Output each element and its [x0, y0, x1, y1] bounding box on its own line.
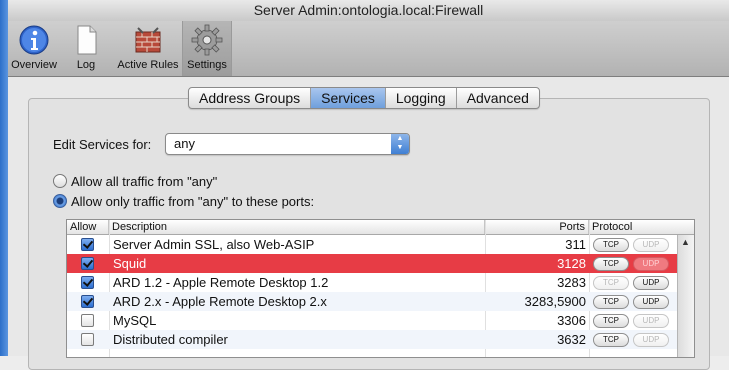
table-row[interactable]: Distributed compiler 3632 TCP UDP [67, 330, 677, 349]
settings-content: Address Groups Services Logging Advanced… [8, 77, 729, 370]
toolbar-active-rules-button[interactable]: Active Rules [112, 21, 184, 76]
table-row[interactable]: Server Admin SSL, also Web-ASIP 311 TCP UDP [67, 235, 677, 254]
radio-button-icon [53, 174, 67, 188]
allow-checkbox[interactable] [81, 257, 94, 270]
background-window-edge [0, 0, 8, 356]
service-ports: 3128 [557, 256, 586, 271]
table-row[interactable]: ARD 2.x - Apple Remote Desktop 2.x 3283,5… [67, 292, 677, 311]
toolbar-log-label: Log [76, 59, 96, 71]
toolbar-settings-label: Settings [187, 59, 227, 71]
radio-allow-all-label: Allow all traffic from "any" [71, 174, 218, 189]
table-row[interactable]: MySQL 3306 TCP UDP [67, 311, 677, 330]
tcp-toggle[interactable]: TCP [593, 295, 629, 309]
udp-toggle[interactable]: UDP [633, 295, 669, 309]
column-protocol[interactable]: Protocol [589, 220, 694, 234]
toolbar-settings-button[interactable]: Settings [182, 21, 232, 76]
toolbar-log-button[interactable]: Log [64, 21, 108, 76]
service-description: Server Admin SSL, also Web-ASIP [113, 237, 315, 252]
service-description: Distributed compiler [113, 332, 228, 347]
service-ports: 3283 [557, 275, 586, 290]
allow-checkbox[interactable] [81, 276, 94, 289]
service-description: MySQL [113, 313, 157, 328]
service-description: ARD 1.2 - Apple Remote Desktop 1.2 [113, 275, 329, 290]
toolbar: Overview Log Active Rules Settings [8, 21, 729, 77]
service-description: ARD 2.x - Apple Remote Desktop 2.x [113, 294, 327, 309]
allow-checkbox[interactable] [81, 314, 94, 327]
tcp-toggle[interactable]: TCP [593, 257, 629, 271]
tcp-toggle[interactable]: TCP [593, 314, 629, 328]
udp-toggle[interactable]: UDP [633, 276, 669, 290]
toolbar-overview-label: Overview [11, 59, 57, 71]
allow-checkbox[interactable] [81, 333, 94, 346]
radio-allow-only[interactable]: Allow only traffic from "any" to these p… [53, 194, 314, 209]
radio-allow-only-label: Allow only traffic from "any" to these p… [71, 194, 315, 209]
tcp-toggle[interactable]: TCP [593, 333, 629, 347]
service-ports: 3306 [557, 313, 586, 328]
edit-services-popup[interactable]: any ▲ ▼ [165, 133, 410, 155]
gear-icon [191, 24, 223, 56]
udp-toggle[interactable]: UDP [633, 333, 669, 347]
udp-toggle[interactable]: UDP [633, 257, 669, 271]
table-row[interactable]: Squid 3128 TCP UDP [67, 254, 677, 273]
server-admin-window: Server Admin:ontologia.local:Firewall Ov… [8, 0, 729, 370]
firewall-brick-icon [135, 27, 161, 53]
udp-toggle[interactable]: UDP [633, 238, 669, 252]
udp-toggle[interactable]: UDP [633, 314, 669, 328]
service-description: Squid [113, 256, 147, 271]
service-ports: 3283,5900 [524, 294, 586, 309]
scroll-up-arrow-icon[interactable]: ▲ [681, 237, 690, 247]
services-table: Allow Description Ports Protocol Server … [66, 219, 695, 358]
tcp-toggle[interactable]: TCP [593, 238, 629, 252]
radio-button-selected-icon [53, 194, 67, 208]
tab-logging[interactable]: Logging [386, 88, 457, 108]
table-row[interactable]: ARD 1.2 - Apple Remote Desktop 1.2 3283 TC… [67, 273, 677, 292]
settings-tabs: Address Groups Services Logging Advanced [188, 87, 540, 109]
tab-address-groups[interactable]: Address Groups [189, 88, 312, 108]
column-allow[interactable]: Allow [67, 220, 109, 234]
allow-checkbox[interactable] [81, 238, 94, 251]
service-ports: 3632 [557, 332, 586, 347]
edit-services-value: any [174, 136, 195, 151]
column-description[interactable]: Description [109, 220, 485, 234]
tcp-toggle[interactable]: TCP [593, 276, 629, 290]
allow-checkbox[interactable] [81, 295, 94, 308]
tab-services[interactable]: Services [311, 88, 386, 108]
edit-services-label: Edit Services for: [53, 137, 152, 152]
window-title: Server Admin:ontologia.local:Firewall [8, 0, 729, 22]
document-icon [77, 25, 97, 55]
info-icon [19, 25, 49, 55]
popup-arrows-icon: ▲ ▼ [391, 134, 409, 154]
service-ports: 311 [565, 237, 586, 252]
radio-allow-all[interactable]: Allow all traffic from "any" [53, 174, 217, 189]
tab-advanced[interactable]: Advanced [457, 88, 539, 108]
toolbar-active-rules-label: Active Rules [117, 59, 179, 71]
table-header: Allow Description Ports Protocol [67, 220, 694, 235]
table-scrollbar[interactable]: ▲ [677, 235, 694, 357]
column-ports[interactable]: Ports [485, 220, 589, 234]
toolbar-overview-button[interactable]: Overview [8, 21, 60, 76]
